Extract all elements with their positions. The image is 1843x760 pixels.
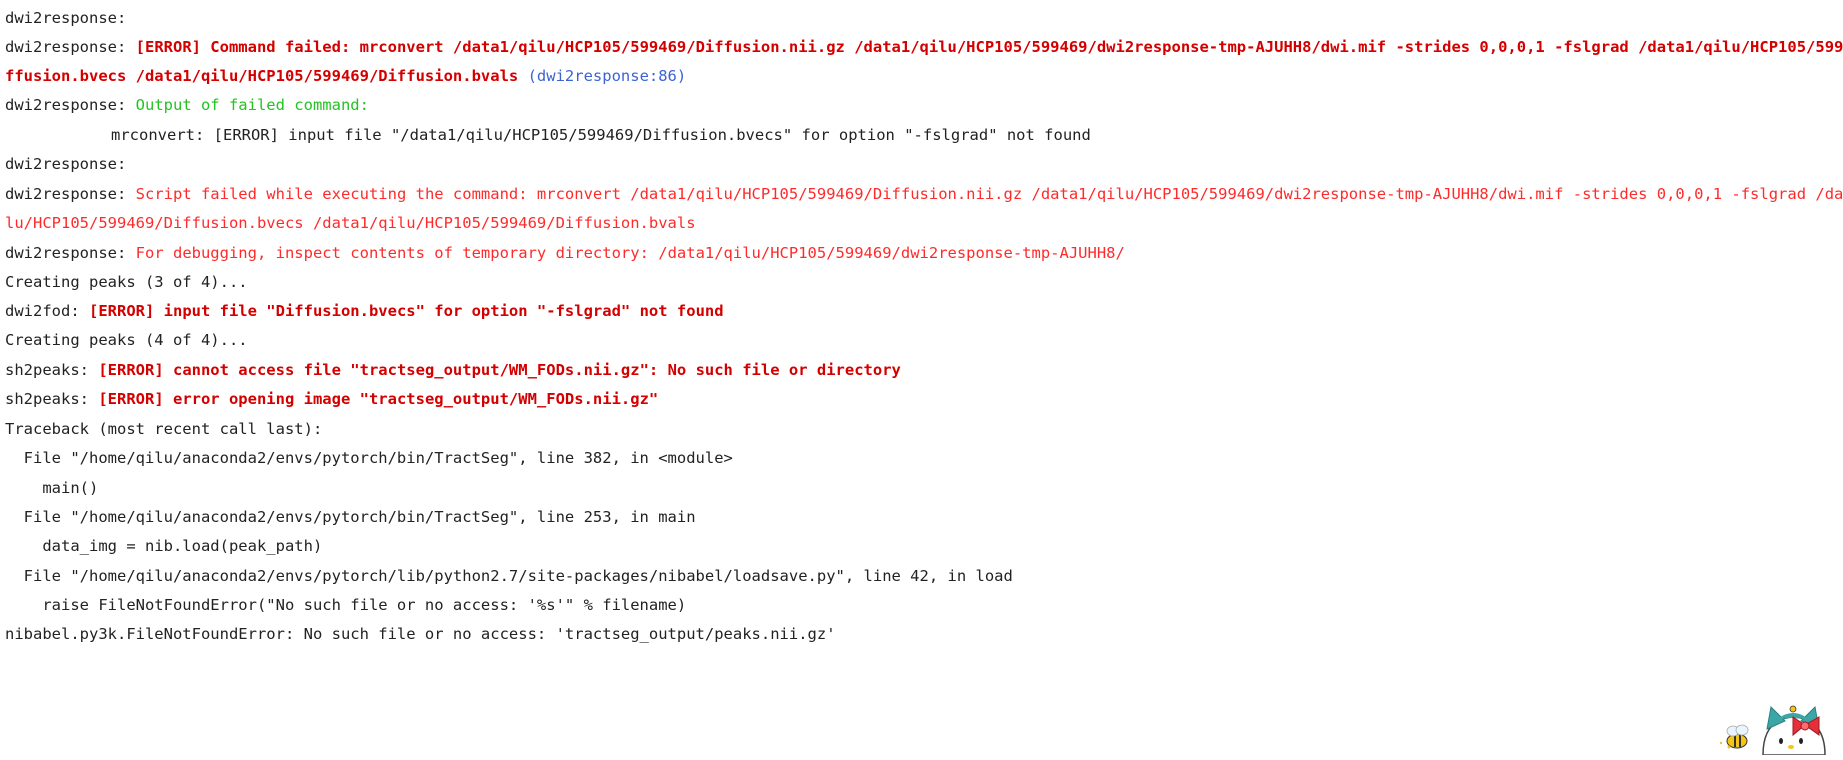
log-line: dwi2response: — [5, 150, 136, 178]
log-line: Creating peaks (4 of 4)... — [5, 326, 248, 354]
failure-message: lu/HCP105/599469/Diffusion.bvecs /data1/… — [5, 214, 696, 232]
log-text: data_img = nib.load(peak_path) — [5, 537, 323, 555]
log-line: dwi2response: Output of failed command: — [5, 91, 369, 119]
log-line: raise FileNotFoundError("No such file or… — [5, 591, 686, 619]
log-line: sh2peaks: [ERROR] cannot access file "tr… — [5, 356, 901, 384]
log-line: mrconvert: [ERROR] input file "/data1/qi… — [111, 121, 1091, 149]
log-line: data_img = nib.load(peak_path) — [5, 532, 322, 560]
log-text: raise FileNotFoundError("No such file or… — [5, 596, 687, 614]
log-prefix: dwi2fod: — [5, 302, 89, 320]
log-line: Traceback (most recent call last): — [5, 415, 322, 443]
log-text: nibabel.py3k.FileNotFoundError: No such … — [5, 625, 836, 643]
log-line: dwi2response: For debugging, inspect con… — [5, 239, 1125, 267]
log-line: File "/home/qilu/anaconda2/envs/pytorch/… — [5, 444, 733, 472]
log-line: dwi2fod: [ERROR] input file "Diffusion.b… — [5, 297, 724, 325]
log-line: sh2peaks: [ERROR] error opening image "t… — [5, 385, 658, 413]
log-prefix: dwi2response: — [5, 244, 136, 262]
log-line: File "/home/qilu/anaconda2/envs/pytorch/… — [5, 562, 1013, 590]
log-prefix: sh2peaks: — [5, 361, 99, 379]
log-text: Traceback (most recent call last): — [5, 420, 323, 438]
log-line: dwi2response: Script failed while execut… — [5, 180, 1843, 208]
failure-message: Script failed while executing the comman… — [135, 185, 1843, 203]
info-message: Output of failed command: — [135, 96, 369, 114]
log-prefix: dwi2response: — [5, 38, 136, 56]
failure-message: For debugging, inspect contents of tempo… — [135, 244, 1125, 262]
error-message: [ERROR] input file "Diffusion.bvecs" for… — [89, 302, 724, 320]
log-prefix: dwi2response: — [5, 155, 136, 173]
error-message: ffusion.bvecs /data1/qilu/HCP105/599469/… — [5, 67, 519, 85]
terminal-output[interactable]: dwi2response: dwi2response: [ERROR] Comm… — [0, 0, 1843, 755]
hello-kitty-bee-mascot-icon — [1693, 695, 1843, 756]
error-message: [ERROR] Command failed: mrconvert /data1… — [135, 38, 1843, 56]
source-reference: (dwi2response:86) — [518, 67, 687, 85]
log-text: main() — [5, 479, 99, 497]
log-line: dwi2response: — [5, 4, 136, 32]
log-text: Creating peaks (3 of 4)... — [5, 273, 248, 291]
log-line: nibabel.py3k.FileNotFoundError: No such … — [5, 620, 836, 648]
log-line: lu/HCP105/599469/Diffusion.bvecs /data1/… — [5, 209, 696, 237]
error-message: [ERROR] cannot access file "tractseg_out… — [98, 361, 901, 379]
log-text: File "/home/qilu/anaconda2/envs/pytorch/… — [5, 567, 1013, 585]
log-text: File "/home/qilu/anaconda2/envs/pytorch/… — [5, 449, 733, 467]
log-line: Creating peaks (3 of 4)... — [5, 268, 248, 296]
log-prefix: dwi2response: — [5, 185, 136, 203]
log-prefix: dwi2response: — [5, 9, 136, 27]
bee-icon — [1719, 724, 1749, 749]
log-line: ffusion.bvecs /data1/qilu/HCP105/599469/… — [5, 62, 686, 90]
kitty-head-icon — [1762, 705, 1826, 756]
log-text: File "/home/qilu/anaconda2/envs/pytorch/… — [5, 508, 696, 526]
log-line: main() — [5, 474, 98, 502]
log-line: dwi2response: [ERROR] Command failed: mr… — [5, 33, 1843, 61]
log-prefix: sh2peaks: — [5, 390, 99, 408]
log-line: File "/home/qilu/anaconda2/envs/pytorch/… — [5, 503, 696, 531]
log-prefix: dwi2response: — [5, 96, 136, 114]
log-text: mrconvert: [ERROR] input file "/data1/qi… — [111, 126, 1091, 144]
log-text: Creating peaks (4 of 4)... — [5, 331, 248, 349]
error-message: [ERROR] error opening image "tractseg_ou… — [98, 390, 659, 408]
